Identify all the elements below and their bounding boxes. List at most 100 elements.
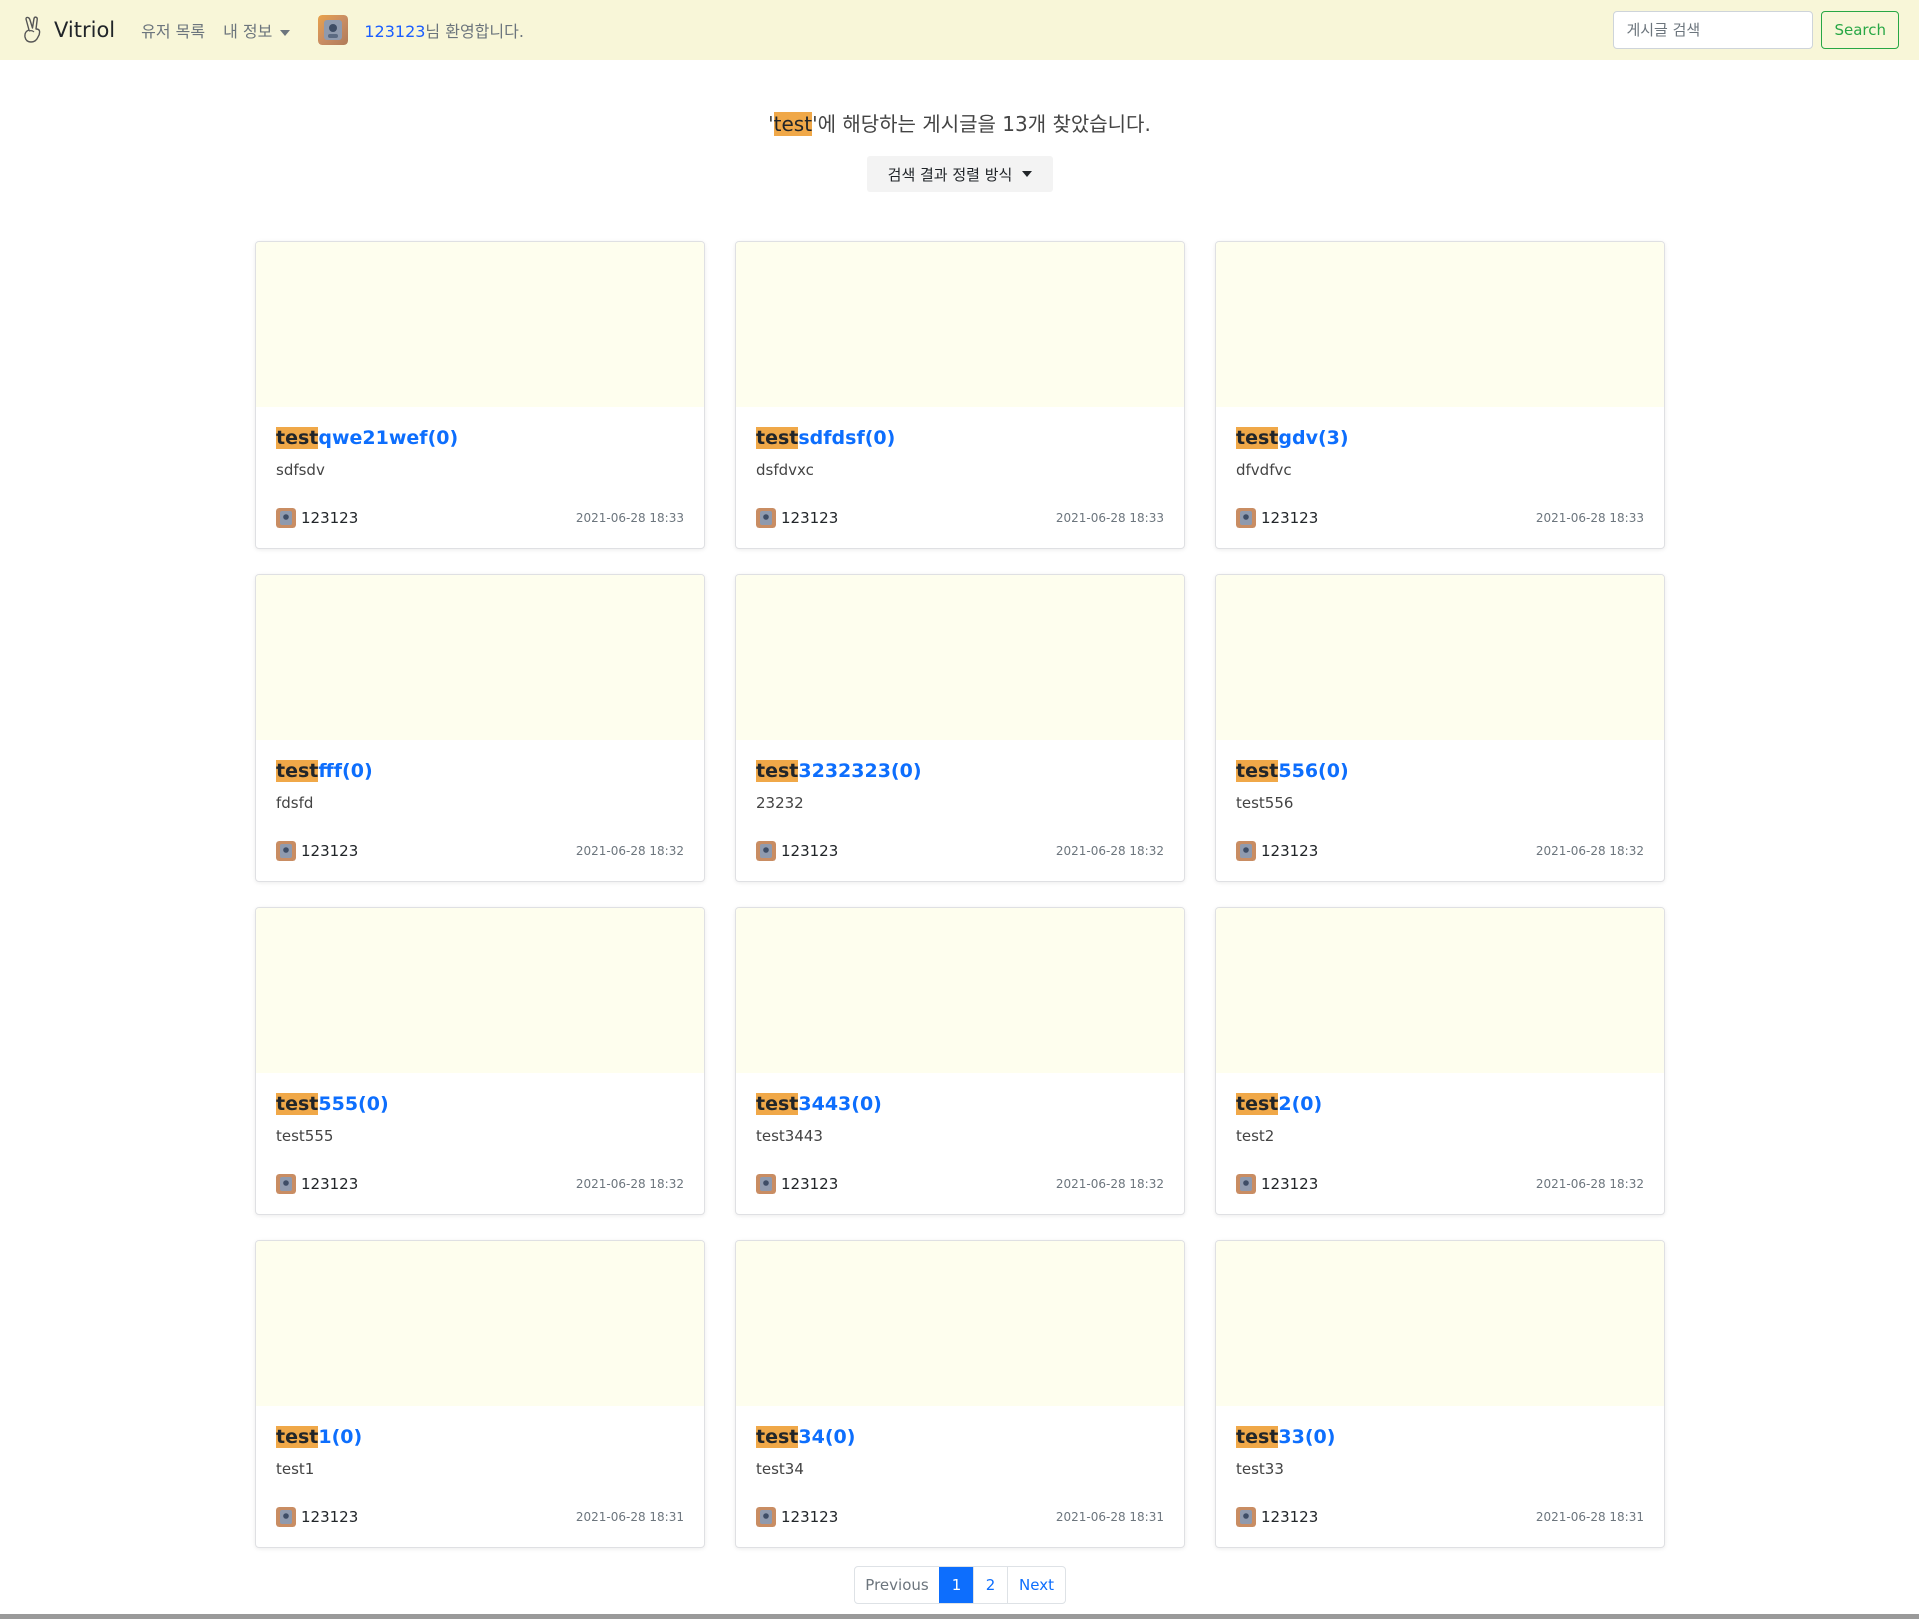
page-2[interactable]: 2 [973,1567,1007,1603]
post-author[interactable]: 123123 [756,1174,838,1194]
post-date: 2021-06-28 18:33 [1535,511,1644,525]
post-card-thumbnail [256,908,704,1073]
post-card-footer: 123123 2021-06-28 18:32 [756,1174,1164,1194]
post-card-thumbnail [256,242,704,407]
post-title-link[interactable]: test3443(0) [756,1093,1164,1115]
sort-dropdown-button[interactable]: 검색 결과 정렬 방식 [867,156,1053,192]
caret-down-icon [280,29,291,36]
post-author[interactable]: 123123 [756,1507,838,1527]
welcome-suffix: 님 환영합니다. [425,22,524,41]
post-card[interactable]: test556(0) test556 123123 2021-06-28 18:… [1215,574,1665,882]
post-author[interactable]: 123123 [1236,508,1318,528]
post-card[interactable]: testqwe21wef(0) sdfsdv 123123 2021-06-28… [255,241,705,549]
avatar[interactable] [318,15,349,45]
post-date: 2021-06-28 18:32 [575,844,684,858]
welcome-username[interactable]: 123123 [364,22,425,41]
post-author[interactable]: 123123 [1236,841,1318,861]
post-title-rest: 555 [318,1093,359,1115]
post-title-link[interactable]: test556(0) [1236,760,1644,782]
post-card-footer: 123123 2021-06-28 18:31 [276,1507,684,1527]
post-card[interactable]: testsdfdsf(0) dsfdvxc 123123 2021-06-28 … [735,241,1185,549]
post-title-link[interactable]: testfff(0) [276,760,684,782]
page-1[interactable]: 1 [939,1567,973,1603]
post-title-rest: sdfdsf [798,427,865,449]
author-avatar [756,508,776,528]
nav-user-list[interactable]: 유저 목록 [141,18,205,42]
post-title-link[interactable]: test33(0) [1236,1426,1644,1448]
post-comment-count: (0) [1318,760,1349,782]
author-avatar [1236,841,1256,861]
caret-down-icon [1022,171,1033,177]
post-content-preview: test556 [1236,794,1294,812]
post-title-link[interactable]: test34(0) [756,1426,1164,1448]
post-author[interactable]: 123123 [756,508,838,528]
post-title-rest: 556 [1278,760,1319,782]
post-author[interactable]: 123123 [276,508,358,528]
post-title-link[interactable]: test3232323(0) [756,760,1164,782]
post-card[interactable]: testgdv(3) dfvdfvc 123123 2021-06-28 18:… [1215,241,1665,549]
post-title-link[interactable]: test1(0) [276,1426,684,1448]
post-comment-count: (0) [864,427,896,449]
post-card[interactable]: test34(0) test34 123123 2021-06-28 18:31 [735,1240,1185,1548]
post-author[interactable]: 123123 [1236,1507,1318,1527]
post-author[interactable]: 123123 [276,1174,358,1194]
post-card-body: test3232323(0) 23232 [736,740,1184,812]
post-card[interactable]: test3232323(0) 23232 123123 2021-06-28 1… [735,574,1185,882]
post-title-rest: fff [318,760,343,782]
post-author-name: 123123 [1261,842,1319,860]
post-title-link[interactable]: test2(0) [1236,1093,1644,1115]
brand-link[interactable]: Vitriol [20,16,115,44]
author-avatar [756,1174,776,1194]
post-content-preview: dfvdfvc [1236,461,1292,479]
post-title-link[interactable]: test555(0) [276,1093,684,1115]
post-author[interactable]: 123123 [276,841,358,861]
post-card[interactable]: test3443(0) test3443 123123 2021-06-28 1… [735,907,1185,1215]
post-card-body: testqwe21wef(0) sdfsdv [256,407,704,479]
post-title-keyword: test [756,1426,799,1448]
post-author-name: 123123 [781,1175,839,1193]
post-card[interactable]: test2(0) test2 123123 2021-06-28 18:32 [1215,907,1665,1215]
post-title-keyword: test [756,427,799,449]
post-card-footer: 123123 2021-06-28 18:32 [756,841,1164,861]
peace-hand-icon [24,16,41,43]
search-input[interactable] [1613,11,1814,49]
post-author[interactable]: 123123 [276,1507,358,1527]
bottom-scroll-bar [0,1614,1919,1619]
post-card-thumbnail [1216,242,1664,407]
result-count: 13 [1002,112,1028,136]
post-card-thumbnail [736,1241,1184,1406]
post-card-thumbnail [736,908,1184,1073]
sort-button-label: 검색 결과 정렬 방식 [887,165,1013,184]
post-card-body: test3443(0) test3443 [736,1073,1184,1145]
page-previous[interactable]: Previous [855,1567,939,1603]
post-author[interactable]: 123123 [756,841,838,861]
post-title-rest: 1 [318,1426,332,1448]
post-date: 2021-06-28 18:32 [1535,844,1644,858]
search-button[interactable]: Search [1821,11,1899,49]
post-title-keyword: test [276,427,319,449]
post-card[interactable]: test33(0) test33 123123 2021-06-28 18:31 [1215,1240,1665,1548]
post-title-link[interactable]: testqwe21wef(0) [276,427,684,449]
post-card[interactable]: test555(0) test555 123123 2021-06-28 18:… [255,907,705,1215]
post-content-preview: fdsfd [276,794,314,812]
post-author[interactable]: 123123 [1236,1174,1318,1194]
post-card-thumbnail [1216,575,1664,740]
post-title-link[interactable]: testsdfdsf(0) [756,427,1164,449]
welcome-message: 123123님 환영합니다. [364,18,524,42]
post-title-link[interactable]: testgdv(3) [1236,427,1644,449]
post-card[interactable]: test1(0) test1 123123 2021-06-28 18:31 [255,1240,705,1548]
post-card-footer: 123123 2021-06-28 18:32 [276,841,684,861]
author-avatar [276,841,296,861]
search-form: Search [1613,11,1899,49]
page-next[interactable]: Next [1007,1567,1065,1603]
post-title-rest: qwe21wef [318,427,428,449]
post-card-footer: 123123 2021-06-28 18:32 [276,1174,684,1194]
post-content-preview: test3443 [756,1127,823,1145]
post-card-footer: 123123 2021-06-28 18:31 [1236,1507,1644,1527]
post-author-name: 123123 [781,842,839,860]
nav-my-info-dropdown[interactable]: 내 정보 [223,18,291,42]
post-card[interactable]: testfff(0) fdsfd 123123 2021-06-28 18:32 [255,574,705,882]
author-avatar [1236,1507,1256,1527]
post-title-keyword: test [1236,760,1279,782]
post-card-thumbnail [256,1241,704,1406]
